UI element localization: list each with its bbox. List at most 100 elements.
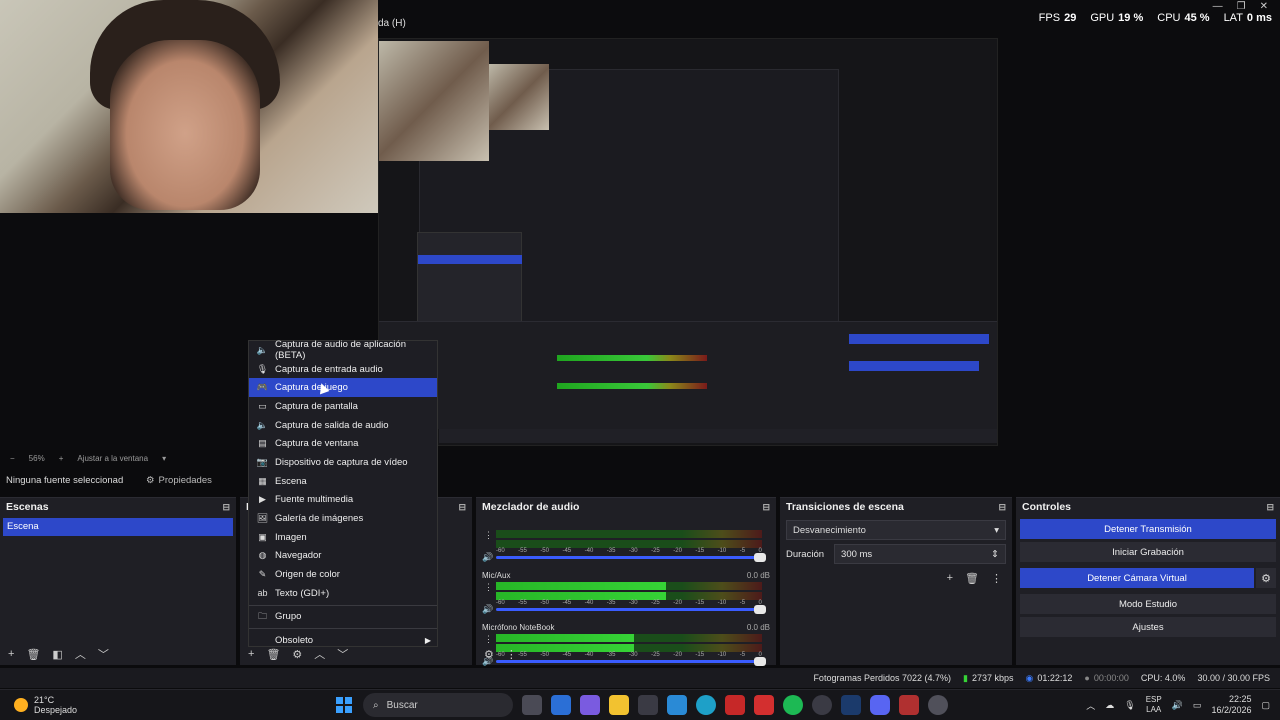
mic-icon[interactable]: 🎙: [1124, 700, 1135, 711]
move-down-icon[interactable]: ﹀: [98, 646, 109, 662]
menu-item-obsolete[interactable]: Obsoleto ▶: [249, 631, 437, 650]
menu-dots-icon[interactable]: ⋮: [484, 582, 493, 593]
cloud-icon[interactable]: ☁: [1105, 700, 1114, 711]
record-icon: ●: [1084, 673, 1090, 683]
menu-item[interactable]: ✎ Origen de color: [249, 565, 437, 584]
menu-dots-icon[interactable]: ⋮: [991, 572, 1002, 585]
trash-icon[interactable]: 🗑: [965, 572, 979, 585]
channel-meter-left: [496, 530, 762, 538]
shield-icon[interactable]: [725, 695, 745, 715]
undock-icon[interactable]: ⊟: [1266, 502, 1274, 513]
chevron-right-icon: ▶: [424, 636, 431, 646]
add-icon[interactable]: +: [8, 648, 14, 660]
scale-tick: -35: [606, 600, 616, 606]
studio-mode-button[interactable]: Modo Estudio: [1020, 594, 1276, 614]
move-up-icon[interactable]: ︿: [75, 646, 86, 662]
fit-window-label[interactable]: Ajustar a la ventana: [77, 454, 148, 463]
transitions-title: Transiciones de escena: [786, 501, 904, 513]
preview-canvas[interactable]: da (H) — ❐ ✕ FPS 29 GPU 19 % CPU 45 % LAT 0 …: [0, 0, 1280, 450]
chevron-down-icon[interactable]: ▾: [162, 454, 166, 463]
speaker-icon[interactable]: 🔊: [482, 552, 493, 563]
notification-icon[interactable]: ▢: [1261, 700, 1270, 711]
scenes-title: Escenas: [6, 501, 49, 513]
menu-item[interactable]: 🎙 Captura de entrada audio: [249, 360, 437, 379]
speaker-icon[interactable]: 🔊: [482, 604, 493, 615]
menu-item[interactable]: ▦ Escena: [249, 472, 437, 491]
search-icon: ⌕: [373, 699, 379, 711]
edge-icon[interactable]: [696, 695, 716, 715]
folder-icon[interactable]: [609, 695, 629, 715]
app-l-icon[interactable]: [754, 695, 774, 715]
teams-icon[interactable]: [580, 695, 600, 715]
menu-item[interactable]: ab Texto (GDI+): [249, 584, 437, 603]
menu-dots-icon[interactable]: ⋮: [484, 530, 493, 541]
settings-icon[interactable]: [928, 695, 948, 715]
channel-scale: -60 -55 -50 -45 -40 -35 -30 -25 -20 -15 -10 -5 0: [496, 548, 762, 554]
scale-tick: -60: [496, 600, 505, 606]
search-box[interactable]: ⌕ Buscar: [363, 693, 513, 717]
close-icon[interactable]: ✕: [1260, 1, 1268, 12]
filter-icon[interactable]: ◧: [52, 648, 62, 661]
menu-item-label: Imagen: [275, 531, 307, 543]
volume-knob[interactable]: [754, 605, 766, 614]
spin-icon[interactable]: ⇕: [991, 549, 999, 560]
widgets-icon[interactable]: [551, 695, 571, 715]
menu-item-label: Fuente multimedia: [275, 494, 354, 506]
settings-button[interactable]: Ajustes: [1020, 617, 1276, 637]
menu-item[interactable]: ◍ Navegador: [249, 547, 437, 566]
menu-item[interactable]: 🖼 Galería de imágenes: [249, 509, 437, 528]
maximize-icon[interactable]: ❐: [1237, 1, 1246, 12]
undock-icon[interactable]: ⊟: [458, 502, 466, 513]
menu-item[interactable]: ▤ Captura de ventana: [249, 434, 437, 453]
menu-item-label: Captura de pantalla: [275, 400, 358, 412]
menu-item[interactable]: ▭ Captura de pantalla: [249, 397, 437, 416]
spotify-icon[interactable]: [783, 695, 803, 715]
undock-icon[interactable]: ⊟: [762, 502, 770, 513]
zoom-in-icon[interactable]: +: [59, 454, 64, 463]
paint-icon[interactable]: [667, 695, 687, 715]
stop-stream-button[interactable]: Detener Transmisión: [1020, 519, 1276, 539]
start-recording-button[interactable]: Iniciar Grabación: [1020, 542, 1276, 562]
transition-select[interactable]: Desvanecimiento ▾: [786, 520, 1006, 540]
menu-item[interactable]: ▣ Imagen: [249, 528, 437, 547]
battery-icon[interactable]: ▭: [1193, 700, 1202, 711]
menu-dots-icon[interactable]: ⋮: [506, 648, 517, 661]
menu-item[interactable]: 🎮 Captura de juego: [249, 378, 437, 398]
app-red-icon[interactable]: [899, 695, 919, 715]
menu-item-label: Captura de audio de aplicación (BETA): [275, 339, 406, 362]
properties-button[interactable]: ⚙ Propiedades: [146, 475, 212, 486]
window-controls[interactable]: — ❐ ✕: [1213, 1, 1268, 12]
volume-knob[interactable]: [754, 553, 766, 562]
chevron-up-icon[interactable]: ︿: [1086, 699, 1095, 712]
scene-item[interactable]: Escena: [3, 518, 233, 536]
menu-item-group[interactable]: 🗀 Grupo: [249, 608, 437, 627]
undock-icon[interactable]: ⊟: [998, 502, 1006, 513]
steam-icon[interactable]: [841, 695, 861, 715]
zoom-out-icon[interactable]: −: [10, 454, 15, 463]
volume-icon[interactable]: 🔊: [1172, 700, 1183, 711]
minimize-icon[interactable]: —: [1213, 1, 1223, 12]
menu-item-label: Obsoleto: [275, 635, 314, 647]
add-icon[interactable]: +: [947, 572, 953, 585]
clock[interactable]: 22:25 16/2/2026: [1211, 694, 1251, 716]
gear-icon[interactable]: ⚙: [1256, 568, 1276, 588]
menu-item[interactable]: 🔈 Captura de salida de audio: [249, 416, 437, 435]
weather-widget[interactable]: 21°C Despejado: [14, 695, 77, 715]
obs-icon[interactable]: [812, 695, 832, 715]
volume-slider[interactable]: [496, 605, 766, 614]
discord-icon[interactable]: [870, 695, 890, 715]
taskview-icon[interactable]: [522, 695, 542, 715]
undock-icon[interactable]: ⊟: [222, 502, 230, 513]
menu-item[interactable]: ▶ Fuente multimedia: [249, 491, 437, 510]
start-icon[interactable]: [334, 695, 354, 715]
channel-meter-left: [496, 582, 762, 590]
store-icon[interactable]: [638, 695, 658, 715]
trash-icon[interactable]: 🗑: [26, 648, 40, 661]
volume-slider[interactable]: [496, 553, 766, 562]
gear-icon[interactable]: ⚙: [484, 648, 494, 661]
duration-field[interactable]: 300 ms ⇕: [834, 544, 1006, 564]
menu-item[interactable]: 📷 Dispositivo de captura de vídeo: [249, 453, 437, 472]
language-indicator[interactable]: ESP LAA: [1146, 695, 1162, 715]
menu-item[interactable]: 🔈 Captura de audio de aplicación (BETA): [249, 339, 437, 362]
stop-virtual-camera-button[interactable]: Detener Cámara Virtual: [1020, 568, 1254, 588]
